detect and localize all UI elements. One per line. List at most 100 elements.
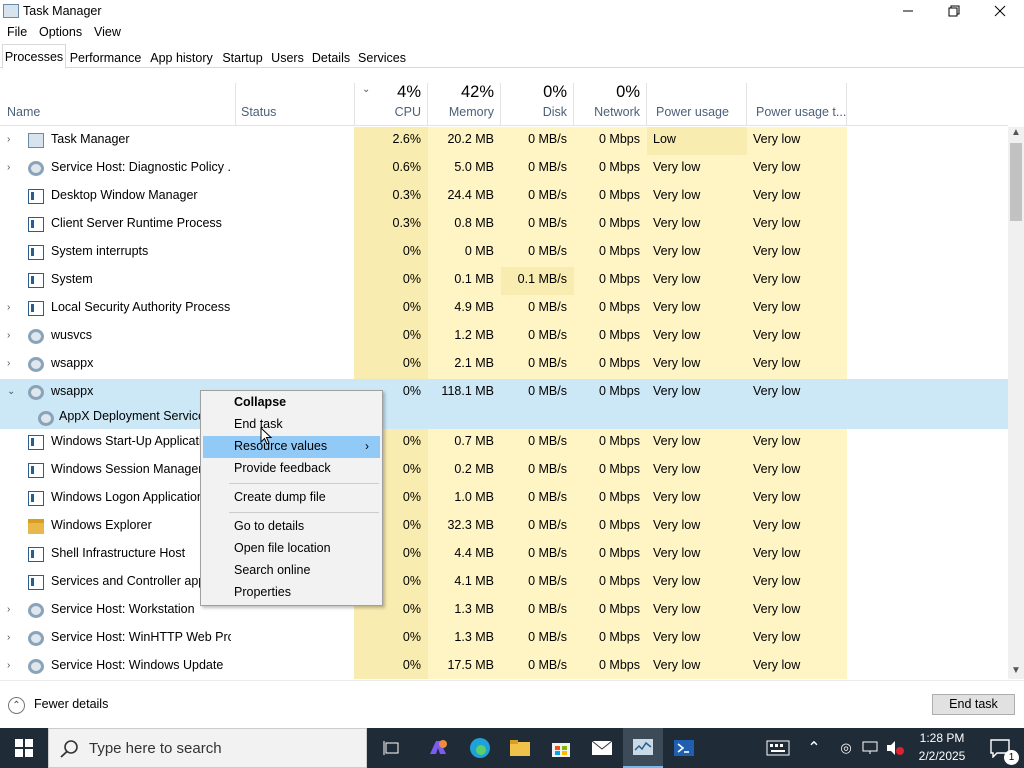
tab-details[interactable]: Details [308,46,354,68]
menu-file[interactable]: File [7,25,27,39]
maximize-button[interactable] [931,0,977,22]
expand-chevron-right-icon[interactable]: › [7,632,10,643]
table-row[interactable]: › Service Host: WinHTTP Web Pro... 0% 1.3 M… [0,625,1008,653]
close-button[interactable] [977,0,1023,22]
clock-time[interactable]: 1:28 PM [912,731,972,745]
powershell-icon[interactable] [664,728,704,768]
column-power-usage[interactable]: Power usage [656,105,729,119]
taskbar: Type here to search ⌃ ◎ 1:28 PM 2/2/2025… [0,728,1024,768]
tab-app-history[interactable]: App history [145,46,218,68]
menu-options[interactable]: Options [39,25,82,39]
expand-chevron-right-icon[interactable]: › [7,604,10,615]
fewer-details-link[interactable]: Fewer details [34,697,108,711]
tab-performance[interactable]: Performance [66,46,145,68]
power-usage-value: Very low [647,457,747,485]
memory-value: 0.7 MB [428,429,501,457]
table-row[interactable]: Client Server Runtime Process 0.3% 0.8 MB 0… [0,211,1008,239]
table-row[interactable]: Desktop Window Manager 0.3% 24.4 MB 0 MB/s 0… [0,183,1008,211]
keyboard-layout-icon[interactable] [758,728,798,768]
menu-item-search-online[interactable]: Search online [234,563,310,577]
power-usage-value: Very low [647,211,747,239]
tab-processes[interactable]: Processes [2,44,66,69]
menu-item-resource-values[interactable]: Resource values [234,439,327,453]
show-hidden-icons-icon[interactable]: ⌃ [802,728,826,768]
expand-chevron-right-icon[interactable]: › [7,660,10,671]
power-trend-value: Very low [747,267,847,295]
table-row[interactable]: › Task Manager 2.6% 20.2 MB 0 MB/s 0 Mbps Low V… [0,127,1008,155]
taskbar-search-box[interactable]: Type here to search [48,728,367,768]
scroll-up-icon[interactable]: ▲ [1011,127,1021,138]
table-row[interactable]: System 0% 0.1 MB 0.1 MB/s 0 Mbps Very low Very… [0,267,1008,295]
task-manager-taskbar-icon[interactable] [623,728,663,768]
table-row[interactable]: Windows Session Manager 0% 0.2 MB 0 MB/s 0 M… [0,457,1008,485]
process-child-row[interactable]: AppX Deployment Service [0,407,1008,429]
table-row[interactable]: System interrupts 0% 0 MB 0 MB/s 0 Mbps Very … [0,239,1008,267]
menu-item-go-to-details[interactable]: Go to details [234,519,304,533]
table-row[interactable]: › Local Security Authority Process... 0% 4.… [0,295,1008,323]
expand-chevron-right-icon[interactable]: › [7,358,10,369]
column-memory-percent[interactable]: 42% [430,83,494,102]
column-disk[interactable]: Disk [503,105,567,119]
file-explorer-icon[interactable] [500,728,540,768]
column-memory[interactable]: Memory [430,105,494,119]
clock-date[interactable]: 2/2/2025 [912,749,972,763]
minimize-button[interactable] [885,0,931,22]
start-button[interactable] [0,728,48,768]
table-row[interactable]: › Service Host: Diagnostic Policy ... 0.6%… [0,155,1008,183]
column-cpu-percent[interactable]: 4% [360,83,421,102]
scrollbar-thumb[interactable] [1010,143,1022,221]
tab-startup[interactable]: Startup [218,46,267,68]
network-icon[interactable] [858,728,882,768]
expand-chevron-down-icon[interactable]: ⌄ [7,386,15,397]
tab-services[interactable]: Services [354,46,410,68]
table-row[interactable]: Services and Controller app 0% 4.1 MB 0 MB/… [0,569,1008,597]
table-row[interactable]: › wsappx 0% 2.1 MB 0 MB/s 0 Mbps Very low Very … [0,351,1008,379]
menu-item-collapse[interactable]: Collapse [234,395,286,409]
meet-now-icon[interactable]: ◎ [835,728,857,768]
tab-users[interactable]: Users [267,46,308,68]
column-cpu[interactable]: CPU [360,105,421,119]
end-task-button[interactable]: End task [932,694,1015,715]
tab-strip: Processes Performance App history Startu… [0,44,1024,69]
column-status[interactable]: Status [241,105,276,119]
menu-item-create-dump[interactable]: Create dump file [234,490,326,504]
menu-item-end-task[interactable]: End task [234,417,283,431]
table-row[interactable]: Windows Logon Application 0% 1.0 MB 0 MB/s 0… [0,485,1008,513]
menu-view[interactable]: View [94,25,121,39]
column-name[interactable]: Name [7,105,40,119]
volume-muted-icon[interactable] [882,728,908,768]
edge-browser-icon[interactable] [460,728,500,768]
table-row[interactable]: › Service Host: Workstation 0% 1.3 MB 0 MB/s… [0,597,1008,625]
cpu-value: 0% [354,625,428,653]
column-network[interactable]: Network [576,105,640,119]
power-usage-value: Very low [647,295,747,323]
table-row[interactable]: › wusvcs 0% 1.2 MB 0 MB/s 0 Mbps Very low Very … [0,323,1008,351]
menu-item-provide-feedback[interactable]: Provide feedback [234,461,331,475]
column-network-percent[interactable]: 0% [576,83,640,102]
cpu-value: 0.3% [354,211,428,239]
expand-chevron-right-icon[interactable]: › [7,134,10,145]
microsoft-store-icon[interactable] [541,728,581,768]
gear-icon [28,357,44,372]
menu-item-open-file-location[interactable]: Open file location [234,541,331,555]
expand-chevron-right-icon[interactable]: › [7,302,10,313]
memory-value: 4.4 MB [428,541,501,569]
chevron-up-icon[interactable]: ⌃ [8,697,25,714]
power-trend-value: Very low [747,127,847,155]
expand-chevron-right-icon[interactable]: › [7,330,10,341]
windows-logo-icon [15,739,33,757]
table-row[interactable]: Windows Start-Up Application 0% 0.7 MB 0 MB… [0,429,1008,457]
table-row[interactable]: Windows Explorer 0% 32.3 MB 0 MB/s 0 Mbps Ver… [0,513,1008,541]
table-row[interactable]: Shell Infrastructure Host 0% 4.4 MB 0 MB/s 0… [0,541,1008,569]
column-power-trend[interactable]: Power usage t... [756,105,846,119]
table-row[interactable]: › Service Host: Windows Update 0% 17.5 MB 0 … [0,653,1008,679]
expand-chevron-right-icon[interactable]: › [7,162,10,173]
task-view-icon[interactable] [372,728,412,768]
column-disk-percent[interactable]: 0% [503,83,567,102]
copilot-icon[interactable] [418,728,458,768]
scroll-down-icon[interactable]: ▼ [1011,665,1021,676]
process-name: Service Host: Diagnostic Policy ... [51,160,231,174]
menu-item-properties[interactable]: Properties [234,585,291,599]
mail-icon[interactable] [582,728,622,768]
table-row[interactable]: ⌄ wsappx 0% 118.1 MB 0 MB/s 0 Mbps Very low Ver… [0,379,1008,407]
